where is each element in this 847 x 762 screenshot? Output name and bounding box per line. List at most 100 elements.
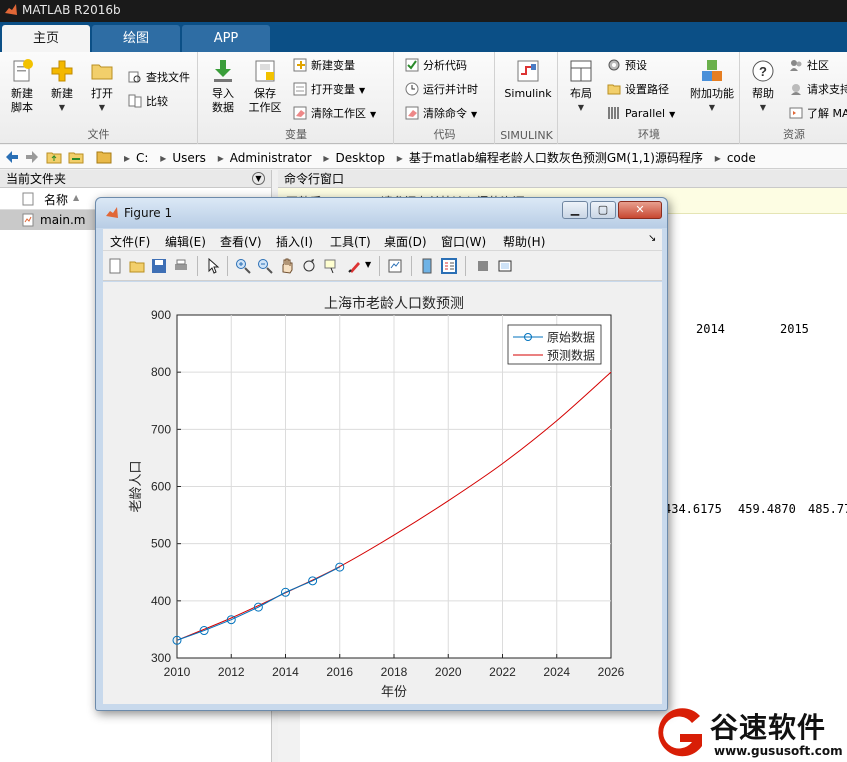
- browse-folder-icon[interactable]: [68, 149, 84, 165]
- parallel-icon: [608, 107, 619, 119]
- close-button[interactable]: ✕: [618, 201, 662, 219]
- clear-workspace-button[interactable]: 清除工作区 ▼: [293, 104, 376, 124]
- new-script-icon: [13, 59, 33, 82]
- request-support-button[interactable]: 请求支持: [789, 80, 847, 100]
- run-and-time-button[interactable]: 运行并计时: [405, 80, 478, 100]
- preferences-button[interactable]: 预设: [607, 56, 647, 76]
- dock-arrow-icon[interactable]: ↘: [648, 233, 656, 244]
- chevron-down-icon: ▼: [370, 110, 377, 119]
- help-button[interactable]: ? 帮助 ▼: [741, 58, 785, 115]
- learn-matlab-label: 了解 MA: [807, 107, 847, 120]
- ribbon: 新建 脚本 新建 ▼ 打开 ▼ 查找文件 比较 文件 导入 数据 保存 工作区 …: [0, 52, 847, 144]
- breadcrumb-segment[interactable]: 基于matlab编程老龄人口数灰色预测GM(1,1)源码程序: [409, 151, 703, 165]
- y-tick-label: 500: [151, 537, 171, 551]
- figure-canvas[interactable]: 2010 2012 2014 2016 2018 2020 2022 2024 2026 300 4…: [103, 282, 662, 704]
- y-tick-label: 700: [151, 422, 171, 436]
- y-tick-label: 300: [151, 651, 171, 665]
- add-ons-button[interactable]: 附加功能 ▼: [685, 58, 739, 115]
- brush-icon[interactable]: [347, 258, 363, 274]
- eraser-icon: [293, 106, 307, 120]
- print-icon[interactable]: [173, 258, 189, 274]
- minimize-button[interactable]: ▁: [562, 201, 588, 219]
- preferences-label: 预设: [625, 59, 647, 72]
- app-title-bar: MATLAB R2016b: [0, 0, 847, 22]
- simulink-button[interactable]: Simulink: [500, 58, 556, 101]
- new-figure-icon[interactable]: [107, 258, 123, 274]
- column-name-label[interactable]: 名称: [44, 191, 68, 208]
- section-label-variable: 变量: [285, 128, 307, 141]
- breadcrumb-segment[interactable]: Administrator: [230, 151, 312, 165]
- clear-commands-label: 清除命令: [423, 107, 467, 120]
- rotate-3d-icon[interactable]: [301, 258, 317, 274]
- sort-ascending-icon[interactable]: ▲: [73, 193, 79, 202]
- import-data-button[interactable]: 导入 数据: [201, 58, 245, 115]
- data-cursor-icon[interactable]: [323, 258, 339, 274]
- menu-edit[interactable]: 编辑(E): [165, 233, 206, 250]
- forward-arrow-icon[interactable]: [24, 149, 40, 165]
- chevron-down-icon[interactable]: ▼: [365, 260, 371, 269]
- zoom-in-icon[interactable]: [235, 258, 251, 274]
- command-window-title: 命令行窗口: [284, 172, 345, 186]
- community-button[interactable]: 社区: [789, 56, 829, 76]
- compare-button[interactable]: 比较: [128, 92, 168, 112]
- help-label: 帮助: [752, 87, 774, 100]
- menu-desktop[interactable]: 桌面(D): [384, 233, 427, 250]
- output-value-cell: 434.6175: [664, 502, 722, 516]
- menu-tools[interactable]: 工具(T): [330, 233, 371, 250]
- m-file-icon: [22, 213, 34, 227]
- pan-hand-icon[interactable]: [279, 258, 295, 274]
- maximize-button[interactable]: ▢: [590, 201, 616, 219]
- tab-plots[interactable]: 绘图: [92, 25, 180, 52]
- menu-window[interactable]: 窗口(W): [441, 233, 486, 250]
- learn-matlab-button[interactable]: 了解 MA: [789, 104, 847, 124]
- x-tick-label: 2014: [272, 665, 299, 679]
- find-files-button[interactable]: 查找文件: [128, 68, 190, 88]
- show-tools-icon[interactable]: [497, 258, 513, 274]
- breadcrumb-segment[interactable]: code: [727, 151, 756, 165]
- watermark: 谷速软件 www.gususoft.com: [648, 704, 847, 762]
- hide-tools-icon[interactable]: [475, 258, 491, 274]
- back-arrow-icon[interactable]: [4, 149, 20, 165]
- figure-window[interactable]: Figure 1 ▁ ▢ ✕ 文件(F) 编辑(E) 查看(V) 插入(I) 工…: [95, 197, 668, 711]
- pointer-icon[interactable]: [205, 258, 221, 274]
- breadcrumb-segment[interactable]: Users: [172, 151, 206, 165]
- layout-button[interactable]: 布局 ▼: [559, 58, 603, 115]
- new-script-button[interactable]: 新建 脚本: [0, 58, 44, 115]
- menu-file[interactable]: 文件(F): [110, 233, 150, 250]
- ribbon-section-simulink: Simulink SIMULINK: [496, 52, 558, 144]
- up-folder-icon[interactable]: [46, 149, 62, 165]
- menu-view[interactable]: 查看(V): [220, 233, 262, 250]
- new-button[interactable]: 新建 ▼: [40, 58, 84, 115]
- link-plot-icon[interactable]: [387, 258, 403, 274]
- figure-title-bar[interactable]: Figure 1 ▁ ▢ ✕: [96, 198, 667, 228]
- new-plus-icon: [51, 60, 73, 82]
- menu-insert[interactable]: 插入(I): [276, 233, 313, 250]
- parallel-button[interactable]: Parallel ▼: [607, 104, 675, 124]
- tab-home[interactable]: 主页: [2, 25, 90, 52]
- tab-apps[interactable]: APP: [182, 25, 270, 52]
- y-axis-label: 老龄人口: [128, 460, 143, 512]
- colorbar-icon[interactable]: [419, 258, 435, 274]
- menu-help[interactable]: 帮助(H): [503, 233, 545, 250]
- open-button[interactable]: 打开 ▼: [80, 58, 124, 115]
- x-tick-label: 2020: [435, 665, 462, 679]
- set-path-button[interactable]: 设置路径: [607, 80, 669, 100]
- clear-workspace-label: 清除工作区: [311, 107, 366, 120]
- open-file-icon[interactable]: [129, 258, 145, 274]
- zoom-out-icon[interactable]: [257, 258, 273, 274]
- ribbon-section-variable: 导入 数据 保存 工作区 新建变量 打开变量 ▼ 清除工作区 ▼ 变量: [199, 52, 394, 144]
- legend[interactable]: 原始数据 预测数据: [507, 324, 602, 365]
- save-workspace-button[interactable]: 保存 工作区: [243, 58, 287, 115]
- plot-svg[interactable]: 2010 2012 2014 2016 2018 2020 2022 2024 2026 300 4…: [103, 282, 662, 704]
- new-script-label: 新建 脚本: [11, 87, 33, 114]
- breadcrumb-segment[interactable]: C:: [136, 151, 148, 165]
- analyze-code-button[interactable]: 分析代码: [405, 56, 467, 76]
- breadcrumb-segment[interactable]: Desktop: [335, 151, 385, 165]
- new-variable-button[interactable]: 新建变量: [293, 56, 355, 76]
- request-support-label: 请求支持: [807, 83, 847, 96]
- legend-icon[interactable]: [441, 258, 457, 274]
- clear-commands-button[interactable]: 清除命令 ▼: [405, 104, 477, 124]
- panel-menu-icon[interactable]: ▼: [252, 172, 265, 185]
- save-icon[interactable]: [151, 258, 167, 274]
- open-variable-button[interactable]: 打开变量 ▼: [293, 80, 365, 100]
